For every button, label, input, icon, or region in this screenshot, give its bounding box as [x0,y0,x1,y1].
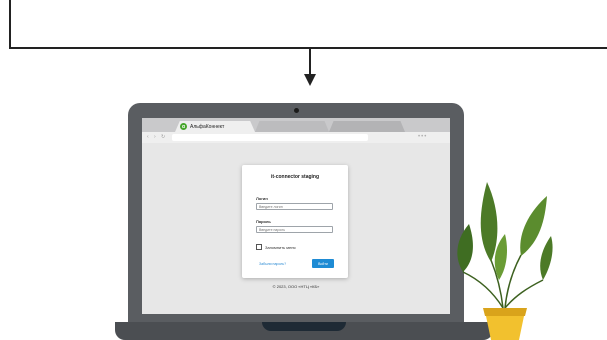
url-field[interactable] [172,134,368,141]
login-card: it-connector staging Логин Пароль Запомн… [242,165,348,278]
login-button[interactable]: Войти [312,259,334,268]
webcam [294,108,299,113]
tab-logo-icon: α [180,123,187,130]
arrow-line [309,48,311,76]
copyright-text: © 2023, ООО «НТЦ «КБ» [272,284,320,289]
remember-label: Запомнить меня [265,244,296,250]
tab-title: АльфаКоннект [190,123,225,130]
address-bar: ‹ › ↻ ••• [142,132,450,143]
password-input[interactable] [256,226,333,233]
login-input[interactable] [256,203,333,210]
laptop-lid: α АльфаКоннект ‹ › ↻ ••• it-connector st… [128,103,464,325]
back-icon[interactable]: ‹ [147,135,149,140]
reload-icon[interactable]: ↻ [161,135,165,140]
remember-me[interactable]: Запомнить меня [256,244,296,250]
tab-strip: α АльфаКоннект [142,118,450,132]
more-icon[interactable]: ••• [418,134,427,140]
forward-icon[interactable]: › [154,135,156,140]
forgot-password-link[interactable]: Забыли пароль? [259,262,286,266]
laptop-screen: α АльфаКоннект ‹ › ↻ ••• it-connector st… [142,118,450,314]
potted-plant-illustration [457,182,553,340]
browser-tab[interactable] [255,121,329,132]
browser-tab[interactable] [329,121,405,132]
login-title: it-connector staging [270,174,320,180]
password-label: Пароль [256,219,271,224]
connector-bracket [9,0,607,49]
login-label: Логин [256,196,268,201]
laptop-notch [262,322,346,331]
browser-tab-active[interactable]: α АльфаКоннект [175,121,255,132]
remember-checkbox[interactable] [256,244,262,250]
arrow-down-icon [304,74,316,86]
